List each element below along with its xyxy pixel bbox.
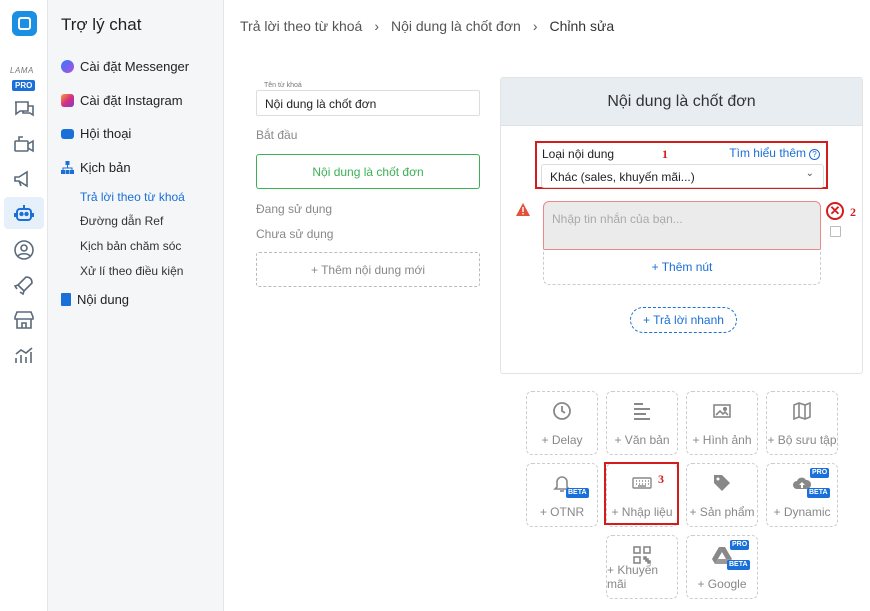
tile-otnr[interactable]: BETA + OTNR bbox=[526, 463, 598, 527]
beta-badge: BETA bbox=[807, 488, 830, 498]
message-placeholder: Nhập tin nhắn của bạn... bbox=[552, 212, 683, 226]
tile-label: + Văn bản bbox=[614, 433, 670, 447]
chat-icon[interactable] bbox=[12, 97, 36, 121]
sidebar-subitem-keyword-reply[interactable]: Trả lời theo từ khoá bbox=[80, 190, 185, 204]
instagram-icon bbox=[61, 94, 74, 107]
camera-icon[interactable] bbox=[12, 132, 36, 156]
annotation-3: 3 bbox=[658, 472, 664, 486]
qr-icon bbox=[633, 546, 651, 564]
tile-label: + Google bbox=[697, 577, 747, 591]
chevron-right-icon: › bbox=[532, 18, 538, 34]
keyword-name-label: Tên từ khoá bbox=[262, 82, 304, 89]
learn-more-link[interactable]: Tìm hiểu thêm? bbox=[729, 146, 820, 160]
keyword-name-field[interactable]: Tên từ khoá Nội dung là chốt đơn bbox=[256, 82, 480, 116]
rocket-icon[interactable] bbox=[12, 273, 36, 297]
tile-gallery[interactable]: + Bộ sưu tập bbox=[766, 391, 838, 455]
pro-badge: PRO bbox=[730, 540, 750, 550]
quick-reply-button[interactable]: + Trả lời nhanh bbox=[630, 307, 737, 333]
chevron-down-icon: ⌄ bbox=[805, 168, 814, 179]
pro-badge: PRO bbox=[810, 468, 830, 478]
bot-icon-active[interactable] bbox=[4, 197, 44, 229]
user-icon[interactable] bbox=[12, 238, 36, 262]
sidebar-title: Trợ lý chat bbox=[61, 15, 142, 34]
chart-icon[interactable] bbox=[12, 343, 36, 367]
tile-label: + Khuyến mãi bbox=[607, 563, 659, 591]
tile-dynamic[interactable]: PRO BETA + Dynamic bbox=[766, 463, 838, 527]
tile-label: + Sản phẩm bbox=[689, 505, 755, 519]
warning-icon bbox=[516, 203, 530, 216]
in-use-label: Đang sử dụng bbox=[256, 202, 333, 216]
tile-product[interactable]: + Sản phẩm bbox=[686, 463, 758, 527]
help-icon: ? bbox=[809, 149, 820, 160]
document-icon bbox=[61, 293, 71, 306]
sidebar-subitem-conditional[interactable]: Xử lí theo điều kiện bbox=[80, 264, 183, 278]
chevron-right-icon: › bbox=[374, 18, 379, 34]
message-input[interactable]: Nhập tin nhắn của bạn... bbox=[543, 201, 821, 250]
content-type-label: Loại nội dung bbox=[542, 147, 615, 161]
sidebar-item-messenger[interactable]: Cài đặt Messenger bbox=[61, 59, 189, 74]
tile-promotion[interactable]: + Khuyến mãi bbox=[606, 535, 678, 599]
beta-badge: BETA bbox=[727, 560, 750, 570]
map-icon bbox=[793, 401, 811, 421]
mail-icon bbox=[61, 128, 74, 139]
tile-label: + Delay bbox=[541, 433, 583, 447]
beta-badge: BETA bbox=[566, 488, 589, 498]
delete-message-icon[interactable]: ✕ bbox=[826, 202, 844, 220]
sidebar-item-instagram[interactable]: Cài đặt Instagram bbox=[61, 93, 183, 108]
pro-badge: PRO bbox=[12, 80, 36, 91]
sidebar-item-label: Kịch bản bbox=[80, 160, 131, 175]
tile-label: + Dynamic bbox=[773, 505, 831, 519]
start-content-button[interactable]: Nội dung là chốt đơn bbox=[256, 154, 480, 189]
messenger-icon bbox=[61, 60, 74, 73]
unused-label: Chưa sử dụng bbox=[256, 227, 334, 241]
sidebar: Trợ lý chat Cài đặt Messenger Cài đặt In… bbox=[48, 0, 224, 611]
breadcrumb-item[interactable]: Trả lời theo từ khoá bbox=[240, 18, 362, 34]
sidebar-item-label: Hội thoại bbox=[80, 126, 132, 141]
content-type-box: Loại nội dung Tìm hiểu thêm? Khác (sales… bbox=[535, 141, 828, 189]
sidebar-subitem-care-script[interactable]: Kịch bản chăm sóc bbox=[80, 239, 181, 253]
editor-title: Nội dung là chốt đơn bbox=[501, 78, 862, 126]
keyword-name-value: Nội dung là chốt đơn bbox=[265, 97, 377, 111]
sidebar-item-scripts[interactable]: Kịch bản bbox=[61, 160, 131, 175]
bot-icon bbox=[14, 205, 34, 221]
clock-icon bbox=[553, 402, 571, 420]
tile-label: + Hình ảnh bbox=[692, 433, 752, 447]
tag-icon bbox=[714, 475, 730, 491]
add-button-button[interactable]: + Thêm nút bbox=[543, 249, 821, 285]
sidebar-item-conversations[interactable]: Hội thoại bbox=[61, 126, 131, 141]
start-label: Bắt đầu bbox=[256, 128, 298, 142]
lama-logo: LAMA bbox=[10, 66, 34, 75]
breadcrumb-item[interactable]: Nội dung là chốt đơn bbox=[391, 18, 521, 34]
tile-label: + Bộ sưu tập bbox=[767, 433, 837, 447]
breadcrumb-current: Chỉnh sửa bbox=[549, 18, 615, 34]
text-icon bbox=[634, 403, 650, 420]
annotation-2: 2 bbox=[850, 205, 856, 219]
icon-rail: LAMA PRO bbox=[0, 0, 48, 611]
tile-text[interactable]: + Văn bản bbox=[606, 391, 678, 455]
copy-icon[interactable] bbox=[830, 226, 841, 237]
annotation-1: 1 bbox=[662, 147, 668, 161]
store-icon[interactable] bbox=[12, 308, 36, 332]
sidebar-item-label: Cài đặt Instagram bbox=[80, 93, 183, 108]
tile-google[interactable]: PRO BETA + Google bbox=[686, 535, 758, 599]
breadcrumb: Trả lời theo từ khoá › Nội dung là chốt … bbox=[240, 18, 614, 34]
sitemap-icon bbox=[61, 161, 74, 174]
add-new-content-button[interactable]: + Thêm nội dung mới bbox=[256, 252, 480, 287]
content-type-select[interactable]: Khác (sales, khuyến mãi...) ⌄ bbox=[541, 164, 824, 188]
megaphone-icon[interactable] bbox=[12, 167, 36, 191]
sidebar-item-content[interactable]: Nội dung bbox=[61, 292, 129, 307]
sidebar-item-label: Cài đặt Messenger bbox=[80, 59, 190, 74]
tile-delay[interactable]: + Delay bbox=[526, 391, 598, 455]
sidebar-subitem-ref-link[interactable]: Đường dẫn Ref bbox=[80, 214, 163, 228]
sidebar-item-label: Nội dung bbox=[77, 292, 130, 307]
annotation-highlight-box bbox=[604, 462, 679, 525]
tile-label: + OTNR bbox=[539, 505, 585, 519]
tile-image[interactable]: + Hình ảnh bbox=[686, 391, 758, 455]
logo-icon[interactable] bbox=[12, 11, 37, 36]
image-icon bbox=[713, 404, 731, 418]
